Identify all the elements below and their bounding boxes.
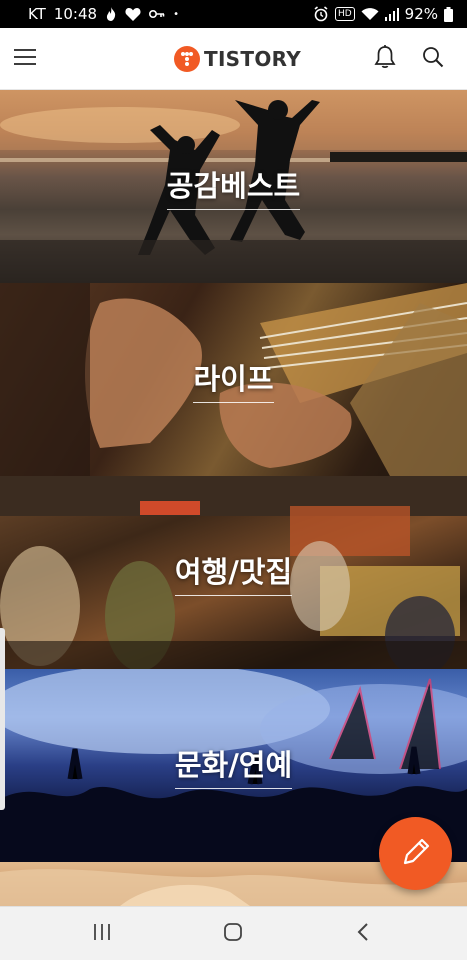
back-button[interactable] xyxy=(323,907,403,960)
carrier-label: KT xyxy=(28,5,46,23)
home-icon xyxy=(223,922,243,946)
recent-apps-icon xyxy=(92,923,112,945)
menu-button[interactable] xyxy=(0,28,50,90)
battery-percent: 92% xyxy=(404,5,438,23)
logo-text: TISTORY xyxy=(204,47,302,71)
notification-dot: • xyxy=(173,8,179,20)
category-card-life[interactable]: 라이프 xyxy=(0,283,467,476)
system-nav-bar xyxy=(0,906,467,960)
heart-icon xyxy=(125,7,141,21)
hamburger-menu-icon xyxy=(13,48,37,70)
category-label-culture: 문화/연예 xyxy=(174,742,293,789)
logo-mark xyxy=(174,46,200,72)
wifi-icon xyxy=(361,7,379,21)
edge-panel-handle[interactable] xyxy=(0,628,5,810)
category-label-travel: 여행/맛집 xyxy=(174,549,293,596)
category-label-best: 공감베스트 xyxy=(166,163,301,210)
category-card-best[interactable]: 공감베스트 xyxy=(0,90,467,283)
status-left: KT 10:48 • xyxy=(28,5,179,23)
notification-button[interactable] xyxy=(360,28,410,90)
bell-icon xyxy=(374,45,396,73)
category-label-life: 라이프 xyxy=(193,356,274,403)
fire-icon xyxy=(105,7,117,21)
recent-apps-button[interactable] xyxy=(62,907,142,960)
search-button[interactable] xyxy=(408,28,458,90)
hd-voice-icon: HD xyxy=(334,7,355,21)
category-card-travel[interactable]: 여행/맛집 xyxy=(0,476,467,669)
pencil-icon xyxy=(399,835,433,873)
key-icon xyxy=(149,9,165,19)
status-bar: KT 10:48 • HD 92% xyxy=(0,0,467,28)
clock: 10:48 xyxy=(53,5,98,23)
status-right: HD 92% xyxy=(313,5,453,23)
back-icon xyxy=(356,922,370,946)
battery-icon xyxy=(444,6,453,22)
hd-badge-label: HD xyxy=(337,9,352,19)
signal-icon xyxy=(384,7,399,21)
home-button[interactable] xyxy=(193,907,273,960)
app-header: TISTORY xyxy=(0,28,467,90)
compose-button[interactable] xyxy=(379,817,452,890)
alarm-icon xyxy=(313,6,329,22)
tistory-logo[interactable]: TISTORY xyxy=(174,44,301,74)
search-icon xyxy=(422,46,444,72)
